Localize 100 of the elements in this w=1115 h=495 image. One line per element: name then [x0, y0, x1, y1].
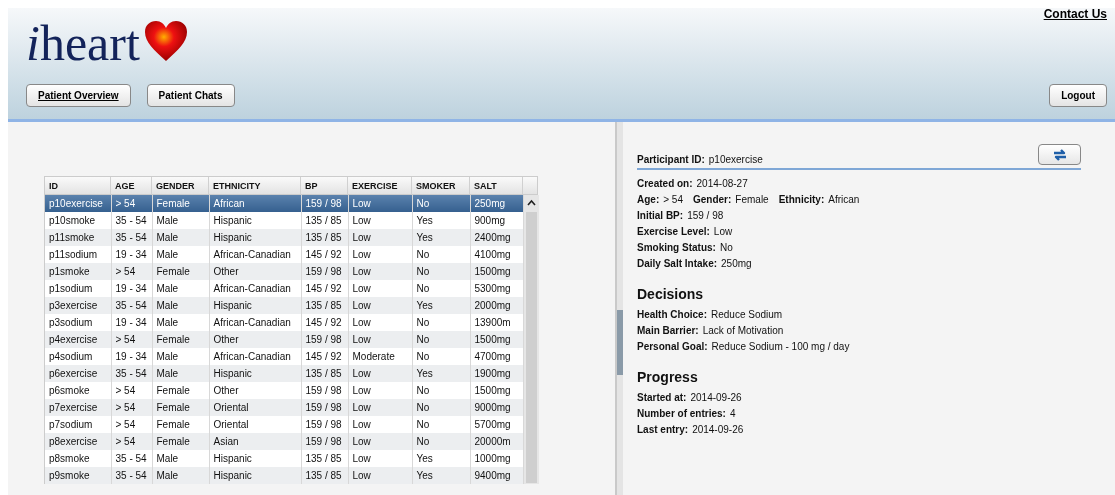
table-cell: Yes	[412, 229, 470, 246]
table-cell: Male	[152, 365, 209, 382]
scrollbar-thumb[interactable]	[525, 212, 537, 483]
table-cell: Hispanic	[209, 229, 301, 246]
nav-button[interactable]: Patient Overview	[26, 84, 131, 107]
table-cell: No	[412, 399, 470, 416]
table-cell: 1500mg	[470, 331, 523, 348]
table-cell: Male	[152, 212, 209, 229]
column-header[interactable]: ID	[45, 177, 111, 194]
table-cell: > 54	[111, 263, 152, 280]
table-cell: African-Canadian	[209, 314, 301, 331]
table-cell: p8smoke	[45, 450, 111, 467]
table-cell: Male	[152, 280, 209, 297]
table-cell: Hispanic	[209, 450, 301, 467]
field-value: African	[828, 194, 860, 205]
table-cell: 145 / 92	[301, 348, 348, 365]
table-cell: p9smoke	[45, 467, 111, 484]
table-cell: Male	[152, 297, 209, 314]
field-value: 2014-09-26	[690, 392, 742, 403]
table-cell: Male	[152, 246, 209, 263]
table-cell: Male	[152, 314, 209, 331]
table-cell: No	[412, 416, 470, 433]
field-label: Number of entries:	[637, 408, 726, 419]
table-cell: Female	[152, 416, 209, 433]
table-cell: > 54	[111, 195, 152, 212]
field-value: Female	[735, 194, 769, 205]
nav-button[interactable]: Patient Chats	[146, 84, 235, 107]
table-cell: Yes	[412, 212, 470, 229]
table-cell: Low	[348, 280, 412, 297]
field-value: Lack of Motivation	[702, 325, 784, 336]
table-cell: Yes	[412, 365, 470, 382]
table-cell: 159 / 98	[301, 263, 348, 280]
table-cell: p7sodium	[45, 416, 111, 433]
section-heading: Decisions	[637, 285, 705, 304]
column-header[interactable]: GENDER	[152, 177, 209, 194]
table-cell: No	[412, 280, 470, 297]
table-cell: Male	[152, 467, 209, 484]
section-heading: Progress	[637, 368, 699, 387]
table-cell: 159 / 98	[301, 399, 348, 416]
field-value: Reduce Sodium	[711, 309, 783, 320]
field-value: No	[719, 242, 733, 253]
table-cell: Low	[348, 246, 412, 263]
contact-link[interactable]: Contact Us	[1043, 5, 1107, 23]
table-cell: 1500mg	[470, 263, 523, 280]
field-label: Ethnicity:	[778, 194, 825, 205]
table-cell: p6exercise	[45, 365, 111, 382]
table-cell: African-Canadian	[209, 246, 301, 263]
table-cell: 35 - 54	[111, 450, 152, 467]
table-cell: Female	[152, 433, 209, 450]
table-cell: Female	[152, 263, 209, 280]
table-cell: 2000mg	[470, 297, 523, 314]
table-cell: p8exercise	[45, 433, 111, 450]
field-label: Gender:	[693, 194, 732, 205]
table-cell: 35 - 54	[111, 297, 152, 314]
column-header[interactable]: AGE	[111, 177, 152, 194]
column-header[interactable]: EXERCISE	[348, 177, 412, 194]
table-cell: Oriental	[209, 416, 301, 433]
table-cell: Low	[348, 212, 412, 229]
table-cell: 20000m	[470, 433, 523, 450]
table-cell: p1sodium	[45, 280, 111, 297]
logo-text: iheart	[26, 18, 140, 68]
table-cell: 135 / 85	[301, 212, 348, 229]
table-cell: Yes	[412, 450, 470, 467]
column-header[interactable]: SALT	[470, 177, 523, 194]
table-cell: 35 - 54	[111, 229, 152, 246]
column-header[interactable]: SMOKER	[412, 177, 470, 194]
table-cell: p6smoke	[45, 382, 111, 399]
table-cell: No	[412, 314, 470, 331]
column-header[interactable]: BP	[301, 177, 348, 194]
field-value: 4	[729, 408, 736, 419]
table-cell: 35 - 54	[111, 365, 152, 382]
splitter[interactable]	[615, 122, 623, 495]
table-cell: 159 / 98	[301, 433, 348, 450]
field-value: Low	[713, 226, 733, 237]
refresh-button[interactable]	[1038, 144, 1081, 165]
table-cell: 9000mg	[470, 399, 523, 416]
table-cell: No	[412, 331, 470, 348]
logout-button[interactable]: Logout	[1049, 84, 1107, 107]
table-cell: African-Canadian	[209, 348, 301, 365]
table-cell: 900mg	[470, 212, 523, 229]
table-cell: Moderate	[348, 348, 412, 365]
table-cell: African-Canadian	[209, 280, 301, 297]
table-cell: 145 / 92	[301, 280, 348, 297]
table-cell: 1500mg	[470, 382, 523, 399]
table-cell: 5700mg	[470, 416, 523, 433]
table-cell: 145 / 92	[301, 314, 348, 331]
table-cell: 159 / 98	[301, 331, 348, 348]
table-cell: p1smoke	[45, 263, 111, 280]
field-value: > 54	[663, 194, 683, 205]
table-cell: Hispanic	[209, 212, 301, 229]
table-cell: Low	[348, 450, 412, 467]
column-header[interactable]: ETHNICITY	[209, 177, 301, 194]
table-cell: 135 / 85	[301, 450, 348, 467]
table-cell: p3exercise	[45, 297, 111, 314]
table-cell: Oriental	[209, 399, 301, 416]
table-cell: Hispanic	[209, 297, 301, 314]
scrollbar-thumb[interactable]	[617, 310, 623, 375]
field-label: Last entry:	[637, 424, 689, 435]
table-cell: 19 - 34	[111, 246, 152, 263]
table-cell: 1900mg	[470, 365, 523, 382]
